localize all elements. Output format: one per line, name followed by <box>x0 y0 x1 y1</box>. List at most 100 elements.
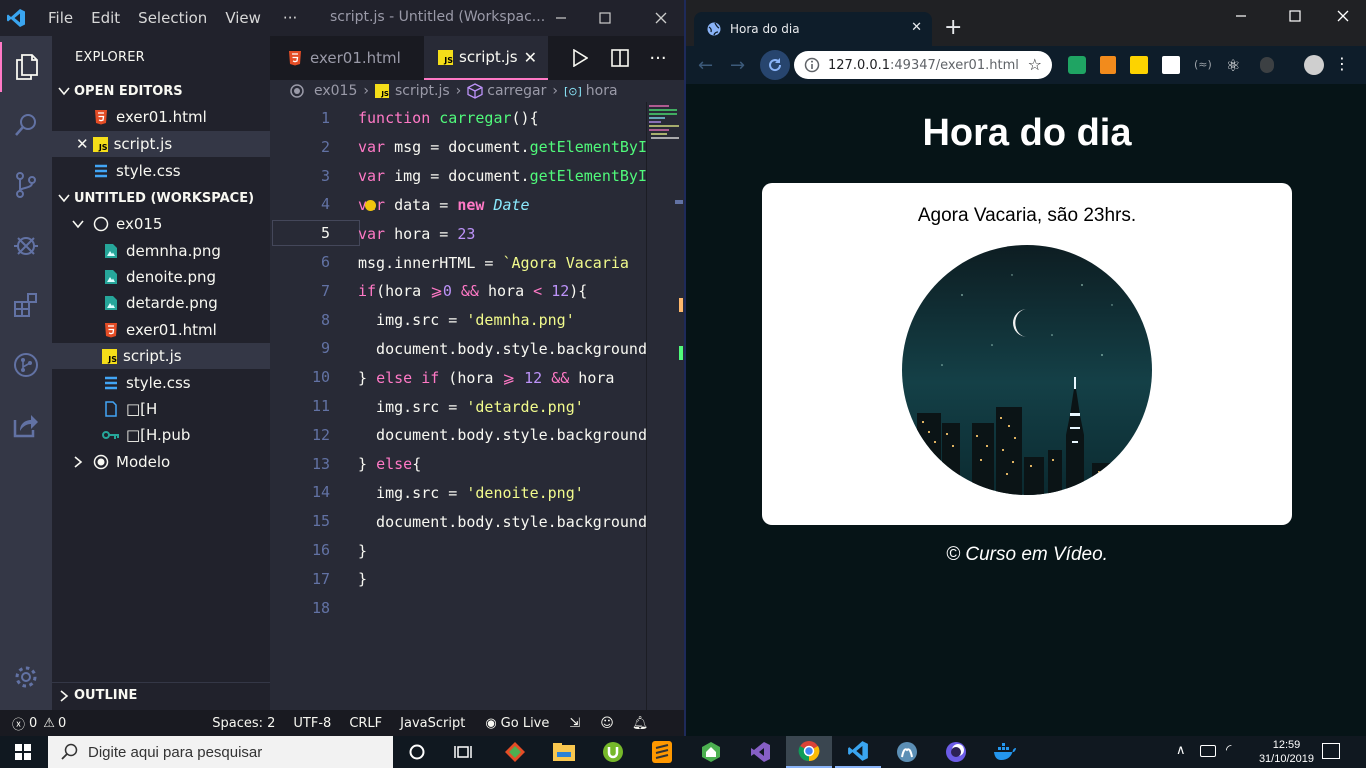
search-icon[interactable] <box>0 100 52 150</box>
shield-app-icon[interactable] <box>688 736 734 768</box>
menu-view[interactable]: View <box>225 9 261 27</box>
debug-icon[interactable] <box>0 220 52 270</box>
maximize-icon[interactable] <box>582 0 628 36</box>
file-item[interactable]: detarde.png <box>52 290 270 316</box>
lightbulb-icon[interactable] <box>365 200 376 211</box>
more-actions-icon[interactable]: ··· <box>646 36 670 80</box>
open-editor-item[interactable]: style.css <box>52 158 270 184</box>
go-live-icon[interactable]: ◉ <box>485 716 496 731</box>
profile-avatar[interactable] <box>1304 55 1324 75</box>
address-bar[interactable]: 127.0.0.1:49347/exer01.html ☆ <box>794 51 1052 79</box>
split-editor-icon[interactable] <box>608 36 632 80</box>
extension-code-icon[interactable]: (≈) <box>1194 58 1212 71</box>
minimap[interactable] <box>646 102 684 710</box>
menu-edit[interactable]: Edit <box>91 9 120 27</box>
indentation-status[interactable]: Spaces: 2 <box>212 716 275 731</box>
file-item[interactable]: style.css <box>52 370 270 396</box>
extensions-icon[interactable] <box>0 280 52 330</box>
encoding-status[interactable]: UTF-8 <box>293 716 331 731</box>
close-icon[interactable] <box>1320 0 1366 34</box>
file-item[interactable]: □[H.pub <box>52 422 270 448</box>
bookmark-star-icon[interactable]: ☆ <box>1028 55 1042 74</box>
browser-tab[interactable]: Hora do dia ✕ <box>694 12 932 46</box>
explorer-files-icon[interactable] <box>0 42 52 92</box>
feedback-sync-icon[interactable]: ⇲ <box>569 716 580 731</box>
file-item[interactable]: denoite.png <box>52 264 270 290</box>
file-item[interactable]: exer01.html <box>52 317 270 343</box>
tab-exer01-html[interactable]: exer01.html <box>270 36 424 80</box>
go-live-button[interactable]: Go Live <box>501 716 550 731</box>
source-control-icon[interactable] <box>0 160 52 210</box>
cortana-icon[interactable] <box>394 736 440 768</box>
close-editor-icon[interactable]: ✕ <box>76 135 89 153</box>
chrome-taskbar-icon[interactable] <box>786 736 832 768</box>
file-item[interactable]: □[H <box>52 396 270 422</box>
task-view-icon[interactable] <box>440 736 486 768</box>
outline-section[interactable]: OUTLINE <box>52 682 270 708</box>
open-editor-item[interactable]: exer01.html <box>52 104 270 130</box>
gitkraken-icon[interactable] <box>492 736 538 768</box>
extension-note-icon[interactable] <box>1162 56 1180 74</box>
errors-icon[interactable]: ⓧ <box>12 714 25 733</box>
file-explorer-icon[interactable] <box>541 736 587 768</box>
minimize-icon[interactable] <box>1218 0 1264 34</box>
file-item-selected[interactable]: JS script.js <box>52 343 270 369</box>
maximize-icon[interactable] <box>1272 0 1318 34</box>
windows-start-icon[interactable] <box>0 736 46 768</box>
wifi-icon[interactable]: ◜ <box>1226 742 1231 758</box>
eol-status[interactable]: CRLF <box>349 716 382 731</box>
taskbar-search-box[interactable]: Digite aqui para pesquisar <box>48 736 393 768</box>
tab-label: script.js <box>459 48 518 66</box>
extension-shield-icon[interactable] <box>1068 56 1086 74</box>
language-mode[interactable]: JavaScript <box>400 716 465 731</box>
utorrent-icon[interactable] <box>590 736 636 768</box>
docker-icon[interactable] <box>982 736 1028 768</box>
tab-script-js[interactable]: JS script.js ✕ <box>424 36 548 80</box>
eclipse-icon[interactable] <box>933 736 979 768</box>
minimize-icon[interactable] <box>538 0 584 36</box>
warning-icon[interactable]: ⚠ <box>43 716 55 731</box>
close-tab-icon[interactable]: ✕ <box>524 48 537 67</box>
live-share-icon[interactable] <box>0 400 52 450</box>
smiley-feedback-icon[interactable]: ☺ <box>600 716 614 731</box>
breadcrumb-variable[interactable]: hora <box>586 83 618 99</box>
workspace-section[interactable]: UNTITLED (WORKSPACE) <box>52 185 270 211</box>
menu-file[interactable]: File <box>48 9 73 27</box>
vscode-taskbar-icon[interactable] <box>835 736 881 768</box>
mysql-workbench-icon[interactable] <box>884 736 930 768</box>
notification-center-icon[interactable] <box>1322 743 1340 759</box>
visual-studio-icon[interactable] <box>737 736 783 768</box>
extension-bank-icon[interactable] <box>1130 56 1148 74</box>
extension-react-icon[interactable]: ⚛ <box>1226 56 1240 75</box>
folder-ex015[interactable]: ex015 <box>52 211 270 237</box>
back-arrow-icon[interactable]: ← <box>698 55 713 76</box>
breadcrumb-file[interactable]: script.js <box>395 83 450 99</box>
forward-arrow-icon[interactable]: → <box>730 55 745 76</box>
open-editors-section[interactable]: OPEN EDITORS <box>52 78 270 104</box>
run-icon[interactable] <box>568 36 592 80</box>
file-item[interactable]: demnha.png <box>52 238 270 264</box>
close-icon[interactable] <box>638 0 684 36</box>
git-history-icon[interactable] <box>0 340 52 390</box>
tray-chevron-up-icon[interactable]: ∧ <box>1176 743 1186 758</box>
breadcrumb-folder[interactable]: ex015 <box>314 83 357 99</box>
close-tab-icon[interactable]: ✕ <box>911 20 922 35</box>
folder-modelo[interactable]: Modelo <box>52 449 270 475</box>
new-tab-icon[interactable]: + <box>944 16 962 40</box>
warning-count[interactable]: 0 <box>58 716 66 731</box>
breadcrumb-function[interactable]: carregar <box>487 83 546 99</box>
notification-bell-icon[interactable]: 🔔︎ <box>632 716 649 731</box>
reload-icon[interactable] <box>760 50 790 80</box>
open-editor-item-active[interactable]: ✕ JS script.js <box>52 131 270 157</box>
battery-icon[interactable] <box>1200 745 1216 757</box>
code-area[interactable]: function carregar(){ var msg = document.… <box>358 102 646 710</box>
menu-more[interactable]: ··· <box>283 9 297 27</box>
menu-selection[interactable]: Selection <box>138 9 207 27</box>
extension-bag-icon[interactable] <box>1100 56 1116 74</box>
error-count[interactable]: 0 <box>29 716 37 731</box>
extension-ghost-icon[interactable] <box>1260 57 1274 73</box>
chrome-menu-icon[interactable]: ⋮ <box>1334 54 1350 73</box>
system-clock[interactable]: 12:59 31/10/2019 <box>1259 738 1314 766</box>
settings-gear-icon[interactable] <box>0 652 52 702</box>
sublime-text-icon[interactable] <box>639 736 685 768</box>
